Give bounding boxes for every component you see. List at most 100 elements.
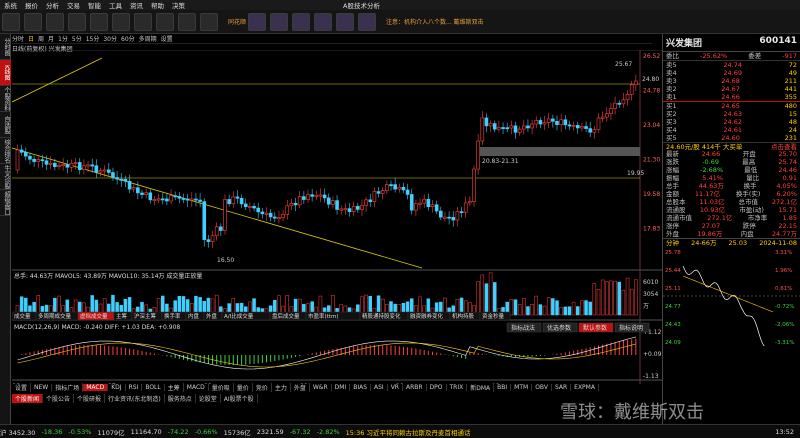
- click-view-link[interactable]: 点击查看: [771, 143, 797, 151]
- candle[interactable]: [438, 210, 443, 218]
- candle[interactable]: [310, 194, 314, 197]
- period-tab[interactable]: 30分: [103, 34, 117, 43]
- candle[interactable]: [248, 205, 252, 208]
- toolbar-button[interactable]: [248, 12, 267, 31]
- candle[interactable]: [19, 149, 24, 153]
- toolbar-button[interactable]: [24, 12, 42, 31]
- candle[interactable]: [492, 123, 497, 130]
- left-nav-item[interactable]: 个股资料: [0, 86, 11, 112]
- left-nav-item[interactable]: 综合排名: [0, 138, 11, 164]
- candle[interactable]: [285, 205, 290, 215]
- candle[interactable]: [322, 194, 327, 199]
- candle[interactable]: [36, 159, 41, 162]
- info-tab[interactable]: 个股新闻: [12, 394, 44, 403]
- news-scroll[interactable]: 15:36 习近平将同赖古拉斯及丹麦首相通话: [346, 427, 471, 437]
- candle[interactable]: [136, 187, 140, 194]
- candle[interactable]: [509, 125, 514, 129]
- candle[interactable]: [73, 162, 78, 164]
- trend-line[interactable]: [12, 57, 103, 103]
- candle[interactable]: [567, 124, 572, 127]
- candle[interactable]: [57, 165, 61, 168]
- candle[interactable]: [418, 202, 422, 205]
- indicator-button[interactable]: ASI: [371, 384, 388, 391]
- menu-item[interactable]: 工具: [105, 0, 126, 10]
- candle[interactable]: [526, 125, 530, 129]
- candle[interactable]: [505, 127, 510, 130]
- candle[interactable]: [447, 216, 451, 219]
- candle[interactable]: [40, 159, 45, 162]
- candle[interactable]: [600, 116, 605, 119]
- candle[interactable]: [202, 201, 207, 240]
- candle[interactable]: [360, 204, 364, 210]
- period-tab[interactable]: 15分: [86, 34, 100, 43]
- indicator-button[interactable]: BIAS: [350, 384, 372, 391]
- candle[interactable]: [302, 196, 306, 200]
- info-tab[interactable]: 行业资讯(东北制造): [105, 394, 165, 403]
- candle[interactable]: [385, 184, 389, 191]
- candle[interactable]: [123, 179, 128, 182]
- candle[interactable]: [165, 198, 169, 202]
- toolbar-button[interactable]: [156, 12, 174, 31]
- indicator-button[interactable]: RSI: [126, 384, 143, 391]
- candle[interactable]: [227, 199, 231, 205]
- period-tab[interactable]: 分时: [12, 34, 24, 43]
- candle[interactable]: [488, 123, 493, 127]
- candle[interactable]: [148, 192, 153, 201]
- candle[interactable]: [634, 80, 638, 86]
- indicator-button[interactable]: MACD: [184, 384, 209, 391]
- sh-index[interactable]: 沪 3452.30: [0, 427, 35, 437]
- candle[interactable]: [144, 192, 148, 195]
- menu-item[interactable]: 交易: [63, 0, 84, 10]
- candle[interactable]: [364, 199, 368, 206]
- candle[interactable]: [575, 125, 580, 129]
- toolbar-button[interactable]: [358, 12, 377, 31]
- candle[interactable]: [190, 198, 194, 201]
- candle[interactable]: [15, 149, 20, 171]
- candle[interactable]: [231, 196, 236, 205]
- toolbar-button[interactable]: [178, 12, 196, 31]
- candle[interactable]: [339, 208, 344, 211]
- left-nav-item[interactable]: 分时图: [0, 34, 11, 60]
- candle[interactable]: [501, 127, 505, 129]
- indicator-button[interactable]: MACD: [83, 384, 109, 391]
- candle[interactable]: [430, 204, 435, 207]
- sz-index[interactable]: 11164.70: [131, 428, 162, 436]
- candle[interactable]: [277, 217, 281, 220]
- candle[interactable]: [405, 189, 410, 195]
- period-tab[interactable]: 设置: [161, 34, 173, 43]
- candle[interactable]: [206, 239, 211, 242]
- candle[interactable]: [53, 162, 57, 168]
- menu-item[interactable]: 系统: [0, 0, 21, 10]
- candle[interactable]: [219, 226, 223, 231]
- candle[interactable]: [571, 125, 576, 127]
- left-nav-item[interactable]: 自选股: [0, 112, 11, 138]
- toolbar-button[interactable]: [292, 12, 311, 31]
- cy-index[interactable]: 2321.59: [257, 428, 284, 436]
- candle[interactable]: [94, 165, 99, 173]
- candle[interactable]: [210, 235, 215, 242]
- toolbar-button[interactable]: [2, 12, 20, 31]
- candle[interactable]: [551, 118, 555, 122]
- candle[interactable]: [343, 208, 348, 211]
- candle[interactable]: [588, 128, 593, 133]
- candle[interactable]: [252, 205, 256, 209]
- candle[interactable]: [613, 102, 617, 109]
- candle[interactable]: [376, 191, 381, 194]
- candle[interactable]: [82, 165, 86, 171]
- candle[interactable]: [604, 113, 609, 118]
- candle[interactable]: [156, 198, 161, 201]
- menu-item[interactable]: 帮助: [147, 0, 168, 10]
- candle[interactable]: [107, 169, 111, 173]
- candle[interactable]: [86, 164, 90, 167]
- toolbar-button[interactable]: [200, 12, 218, 31]
- candle[interactable]: [534, 120, 539, 125]
- candle[interactable]: [160, 198, 165, 201]
- candle[interactable]: [24, 152, 28, 157]
- candle[interactable]: [326, 197, 331, 205]
- left-nav-item[interactable]: K线图: [0, 60, 11, 86]
- menu-item[interactable]: 智能: [84, 0, 105, 10]
- candle[interactable]: [102, 169, 107, 172]
- candle[interactable]: [351, 205, 356, 212]
- candle[interactable]: [169, 195, 173, 202]
- indicator-button[interactable]: KDJ: [108, 384, 126, 391]
